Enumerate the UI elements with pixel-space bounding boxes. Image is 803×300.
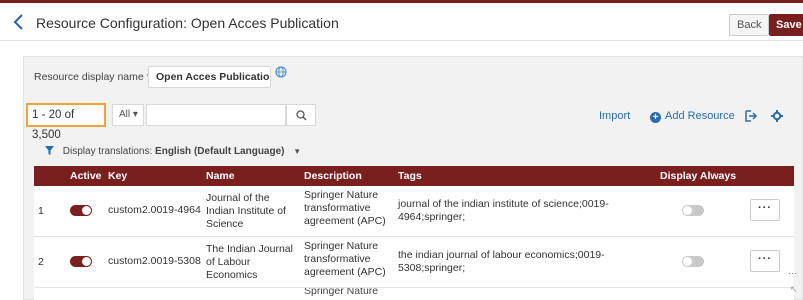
row-key: custom2.0019-5308 [108, 255, 201, 267]
row-actions-button[interactable]: ··· [750, 199, 780, 221]
caret-down-icon: ▾ [132, 109, 138, 120]
back-button[interactable]: Back [729, 14, 770, 36]
row-tags: the indian journal of labour economics;0… [398, 249, 605, 274]
filter-select[interactable]: All ▾ [112, 104, 144, 126]
row-key: custom2.0019-4964 [108, 204, 201, 216]
column-header-description[interactable]: Description [304, 170, 362, 182]
row-name: Journal of the Indian Institute of Scien… [206, 192, 286, 230]
table-row[interactable]: 1 custom2.0019-4964 Journal of the India… [34, 186, 794, 237]
row-description: Springer Nature [304, 288, 379, 297]
resize-handle-icon[interactable]: ↖ [790, 284, 798, 295]
translations-filter[interactable]: Display translations: English (Default L… [45, 146, 301, 157]
translations-label: Display translations: [62, 146, 153, 157]
row-actions-button[interactable]: ··· [750, 250, 780, 272]
row-number: 2 [38, 256, 44, 268]
display-always-toggle[interactable] [682, 256, 704, 267]
column-header-active[interactable]: Active [70, 170, 102, 182]
globe-icon[interactable] [275, 66, 287, 78]
table-row[interactable]: Springer Nature [34, 288, 794, 300]
page-header: Resource Configuration: Open Acces Publi… [0, 3, 803, 41]
column-header-display-always[interactable]: Display Always [660, 170, 736, 182]
results-count: 1 - 20 of 3,500 [26, 103, 106, 141]
caret-down-icon: ▼ [293, 147, 302, 156]
active-toggle[interactable] [70, 205, 92, 216]
row-description: Springer Nature transformative agreement… [304, 240, 386, 278]
search-button[interactable] [286, 104, 316, 126]
active-toggle[interactable] [70, 256, 92, 267]
resources-table: Active Key Name Description Tags Display… [34, 166, 794, 300]
page-title: Resource Configuration: Open Acces Publi… [36, 15, 339, 31]
resource-panel: Resource display name * Open Acces Publi… [23, 56, 803, 300]
display-name-input[interactable]: Open Acces Publicatior [148, 66, 271, 88]
row-description: Springer Nature transformative agreement… [304, 189, 386, 227]
chevron-left-icon[interactable] [12, 13, 26, 31]
add-resource-button[interactable]: + Add Resource [650, 110, 735, 123]
column-header-tags[interactable]: Tags [398, 170, 422, 182]
save-button[interactable]: Save [769, 14, 803, 36]
row-number: 1 [38, 205, 44, 217]
export-icon[interactable] [744, 109, 758, 123]
table-header: Active Key Name Description Tags Display… [34, 166, 794, 186]
row-tags: journal of the indian institute of scien… [398, 198, 609, 223]
more-options-icon[interactable]: ⋯ [788, 268, 797, 279]
search-icon [296, 110, 307, 121]
gear-icon[interactable] [771, 110, 783, 122]
translations-value: English (Default Language) [155, 146, 285, 157]
column-header-name[interactable]: Name [206, 170, 235, 182]
plus-circle-icon: + [650, 112, 661, 123]
column-header-key[interactable]: Key [108, 170, 127, 182]
filter-icon [45, 146, 54, 155]
display-always-toggle[interactable] [682, 205, 704, 216]
table-row[interactable]: 2 custom2.0019-5308 The Indian Journal o… [34, 237, 794, 288]
row-name: The Indian Journal of Labour Economics [206, 243, 293, 281]
display-name-label: Resource display name * [34, 71, 151, 83]
search-input[interactable] [146, 104, 286, 126]
import-link[interactable]: Import [599, 110, 630, 122]
